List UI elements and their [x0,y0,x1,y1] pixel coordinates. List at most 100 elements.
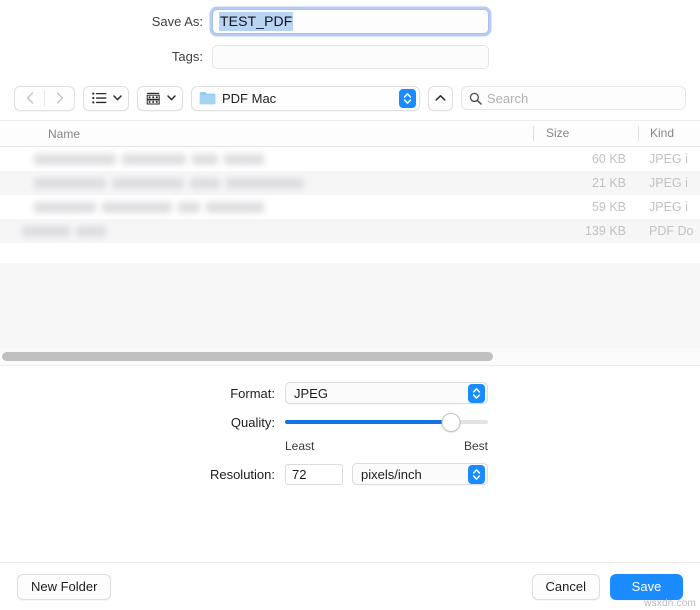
tags-row: Tags: [0,41,700,72]
save-as-label: Save As: [151,14,203,29]
folder-icon [199,92,216,105]
redacted-filename [76,225,106,237]
search-icon [469,92,482,105]
location-popup-button[interactable]: PDF Mac [191,85,420,111]
quality-scale-labels: Least Best [285,439,488,453]
file-browser-toolbar: PDF Mac Search [0,76,700,120]
list-view-button[interactable] [83,85,129,111]
column-header-size[interactable]: Size [533,126,638,141]
save-form: Save As: TEST_PDF Tags: [0,0,700,72]
file-list: 60 KB JPEG i 21 KB JPEG i 59 KB JPEG i 139 KB P… [0,147,700,243]
resolution-label: Resolution: [209,466,275,482]
resolution-row: Resolution: 72 pixels/inch [0,461,700,487]
resolution-value: 72 [292,466,307,482]
format-label: Format: [230,385,275,401]
save-as-input[interactable]: TEST_PDF [212,9,489,34]
file-list-empty-space [0,243,700,263]
watermark: wsxdn.com [644,598,696,609]
file-list-header: Name Size Kind [0,120,700,147]
slider-thumb[interactable] [441,412,461,432]
quality-slider[interactable] [285,411,488,433]
redacted-filename [34,201,96,213]
redacted-filename [22,225,70,237]
file-kind-cell: JPEG i [649,200,688,214]
chevron-down-icon [113,95,122,101]
quality-max-label: Best [463,438,488,453]
column-header-name[interactable]: Name [0,127,533,141]
file-kind-cell: PDF Do [649,224,694,238]
redacted-filename [224,153,264,165]
quality-min-label: Least [285,438,315,453]
horizontal-scrollbar[interactable] [0,348,700,366]
redacted-filename [122,153,186,165]
file-size-cell: 21 KB [591,176,626,190]
table-row[interactable]: 59 KB JPEG i [0,195,700,219]
file-size-cell: 60 KB [591,152,626,166]
chevron-down-icon [167,95,176,101]
table-row[interactable]: 21 KB JPEG i [0,171,700,195]
footer-actions: Cancel Save [531,573,683,600]
column-header-kind[interactable]: Kind [638,126,700,141]
format-stepper[interactable] [468,383,485,403]
chevron-up-icon [435,95,446,101]
save-as-row: Save As: TEST_PDF [0,6,700,37]
redacted-filename [34,153,116,165]
save-as-value: TEST_PDF [219,12,294,31]
navigation-segment [14,85,75,111]
file-name-cell [0,177,533,189]
slider-fill [285,420,452,424]
chevron-right-icon [56,92,63,104]
file-size-cell: 139 KB [584,224,626,238]
save-button[interactable]: Save [610,573,683,600]
scrollbar-thumb[interactable] [2,352,493,361]
file-name-cell [0,225,533,237]
location-stepper[interactable] [399,88,416,108]
save-as-field-wrap: TEST_PDF [212,9,489,34]
up-down-stepper-icon [472,387,481,399]
back-button[interactable] [15,87,44,110]
format-value: JPEG [294,385,328,401]
resolution-unit-value: pixels/inch [361,466,422,482]
list-view-icon [92,92,107,104]
redacted-filename [206,201,264,213]
resolution-unit-stepper[interactable] [468,464,485,484]
file-kind-cell: JPEG i [649,176,688,190]
table-row[interactable]: 60 KB JPEG i [0,147,700,171]
resolution-unit-select[interactable]: pixels/inch [352,463,488,485]
location-name: PDF Mac [222,90,277,106]
redacted-filename [34,177,106,189]
export-options-panel: Format: JPEG Quality: Least Best Resolut… [0,366,700,487]
up-down-stepper-icon [472,468,481,480]
gallery-view-icon [146,92,160,104]
redacted-filename [102,201,172,213]
search-placeholder: Search [487,90,529,106]
redacted-filename [178,201,200,213]
file-name-cell [0,201,533,213]
resolution-input[interactable]: 72 [285,463,343,485]
file-name-cell [0,153,533,165]
search-field[interactable]: Search [461,86,686,110]
file-list-lower-area [0,263,700,348]
dialog-footer: New Folder Cancel Save [0,562,700,610]
table-row[interactable]: 139 KB PDF Do [0,219,700,243]
up-down-stepper-icon [403,92,412,104]
chevron-left-icon [26,92,33,104]
quality-label: Quality: [230,414,275,430]
tags-label: Tags: [171,49,203,64]
file-kind-cell: JPEG i [649,152,688,166]
cancel-button[interactable]: Cancel [531,573,600,600]
redacted-filename [226,177,304,189]
file-size-cell: 59 KB [591,200,626,214]
new-folder-button[interactable]: New Folder [17,573,112,600]
quality-scale-row: Least Best [0,435,700,455]
tags-input[interactable] [212,44,489,69]
forward-button[interactable] [45,87,74,110]
go-up-button[interactable] [428,85,453,111]
format-row: Format: JPEG [0,380,700,406]
format-select[interactable]: JPEG [285,382,488,404]
gallery-view-button[interactable] [137,85,183,111]
redacted-filename [190,177,220,189]
redacted-filename [112,177,184,189]
redacted-filename [192,153,218,165]
quality-row: Quality: [0,409,700,435]
